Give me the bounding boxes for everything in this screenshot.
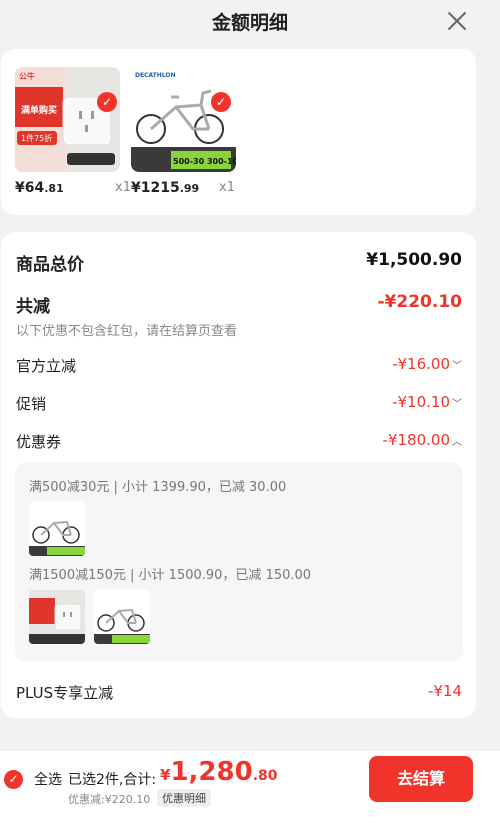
- coupon-line: 满500减30元 | 小计 1399.90，已减 30.00: [29, 480, 287, 495]
- official-discount-value: -¥16.00 ﹀: [392, 355, 462, 373]
- discount-amount: 优惠减:¥220.10: [68, 793, 151, 806]
- product-image-bike[interactable]: DECATHLON 500-30 300-10 ✓: [131, 67, 236, 172]
- banner-text: 满单购买: [21, 104, 57, 116]
- select-all-check-icon[interactable]: ✓: [4, 770, 23, 789]
- product-qty: x1: [115, 180, 131, 195]
- goods-total-value: ¥1,500.90: [366, 250, 462, 270]
- checkout-bar: ✓ 全选 已选2件,合计: ¥1,280.80 优惠减:¥220.10 优惠明细…: [0, 751, 500, 828]
- price-details-card: 商品总价 ¥1,500.90 共减 -¥220.10 以下优惠不包含红包，请在结…: [1, 232, 476, 718]
- product-image-socket[interactable]: 公牛 满单购买 1件75折 ✓: [15, 67, 120, 172]
- goods-total-label: 商品总价: [16, 255, 84, 275]
- product-qty: x1: [219, 180, 235, 195]
- coupon-product-thumb-bike: [94, 590, 150, 644]
- coupon-product-thumb-bike: [29, 502, 85, 556]
- plus-discount-value: -¥14: [427, 682, 462, 700]
- checkout-button[interactable]: 去结算: [369, 756, 473, 802]
- product-price: ¥64.81 x1: [15, 180, 131, 196]
- reduce-note: 以下优惠不包含红包，请在结算页查看: [16, 324, 238, 339]
- coupon-row[interactable]: 优惠券 -¥180.00 ︿: [16, 431, 462, 455]
- official-discount-label: 官方立减: [16, 357, 77, 375]
- selected-summary: 已选2件,合计:: [68, 772, 157, 788]
- chevron-up-icon: ︿: [452, 437, 462, 448]
- product-price: ¥1215.99 x1: [131, 180, 235, 196]
- plus-discount-label: PLUS专享立减: [16, 684, 114, 702]
- close-icon[interactable]: [446, 10, 468, 32]
- coupon-details: 满500减30元 | 小计 1399.90，已减 30.00 满1500减150…: [15, 462, 463, 662]
- select-all-label[interactable]: 全选: [34, 769, 62, 789]
- plus-discount-row: PLUS专享立减 -¥14: [16, 682, 462, 706]
- goods-total-row: 商品总价 ¥1,500.90: [16, 250, 462, 275]
- selected-check-icon[interactable]: ✓: [97, 92, 117, 112]
- brand-logo-text: DECATHLON: [135, 72, 176, 79]
- promotion-value: -¥10.10 ﹀: [392, 393, 462, 411]
- discount-detail-button[interactable]: 优惠明细: [157, 789, 211, 807]
- coupon-product-thumb-socket: [29, 590, 85, 644]
- chevron-down-icon: ﹀: [452, 399, 462, 410]
- total-reduce-value: -¥220.10: [377, 292, 463, 312]
- total-reduce-row: 共减 -¥220.10: [16, 292, 463, 317]
- product-item[interactable]: 公牛 满单购买 1件75折 ✓ ¥64.81 x1: [15, 67, 131, 196]
- promotion-label: 促销: [16, 395, 47, 413]
- official-discount-row[interactable]: 官方立减 -¥16.00 ﹀: [16, 355, 462, 379]
- selected-check-icon[interactable]: ✓: [211, 92, 231, 112]
- coupon-value: -¥180.00 ︿: [382, 431, 462, 449]
- coupon-line: 满1500减150元 | 小计 1500.90，已减 150.00: [29, 568, 312, 583]
- badge-text: 1件75折: [21, 133, 52, 143]
- coupon-label: 优惠券: [16, 433, 62, 451]
- promotion-row[interactable]: 促销 -¥10.10 ﹀: [16, 393, 462, 417]
- product-item[interactable]: DECATHLON 500-30 300-10 ✓ ¥1215.99 x1: [131, 67, 236, 196]
- total-amount: ¥1,280.80: [160, 757, 278, 787]
- chevron-down-icon: ﹀: [452, 361, 462, 372]
- total-reduce-label: 共减: [16, 297, 50, 317]
- promo-text: 500-30 300-10: [173, 157, 236, 166]
- page-title: 金额明细: [211, 12, 288, 34]
- brand-logo-text: 公牛: [19, 71, 35, 81]
- header: 金额明细: [0, 0, 500, 44]
- products-card: 公牛 满单购买 1件75折 ✓ ¥64.81 x1 DECATHLON 500-…: [1, 49, 476, 215]
